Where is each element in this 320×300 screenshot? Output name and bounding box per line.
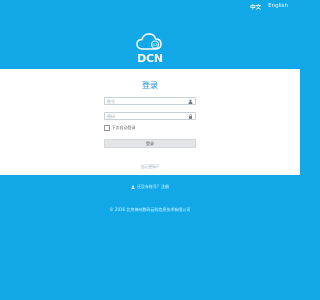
page-title: 登录 — [142, 81, 158, 90]
username-field — [104, 97, 196, 105]
user-icon — [131, 185, 135, 189]
copyright-footer: © 2016 北京神州数码云科信息技术有限公司 — [109, 207, 191, 212]
lock-icon — [189, 113, 192, 119]
cloud-icon: DCN — [136, 33, 162, 50]
remember-label: 下次自动登录 — [111, 125, 136, 130]
lang-en-link[interactable]: English — [268, 3, 288, 11]
remember-me[interactable]: 下次自动登录 — [104, 125, 136, 131]
username-input[interactable] — [107, 98, 187, 104]
remember-checkbox[interactable] — [104, 125, 110, 131]
password-input[interactable] — [107, 113, 187, 119]
logo-text: DCN — [137, 52, 163, 65]
login-button[interactable]: 登录 — [104, 139, 196, 148]
register-prompt: 还没有账号? — [136, 184, 160, 189]
svg-text:DCN: DCN — [151, 43, 159, 47]
user-icon — [188, 99, 193, 104]
password-field — [104, 112, 196, 120]
register-row: 还没有账号? 注册 — [0, 184, 300, 190]
register-link[interactable]: 注册 — [161, 184, 169, 190]
forgot-password-link[interactable]: 忘记密码? — [0, 164, 300, 170]
login-panel: 登录 下次自动登录 登录 忘记密码? — [0, 69, 300, 175]
lang-zh-link[interactable]: 中文 — [250, 3, 261, 11]
language-switcher: 中文 English — [250, 3, 288, 11]
dcn-logo: DCN DCN — [133, 30, 167, 66]
